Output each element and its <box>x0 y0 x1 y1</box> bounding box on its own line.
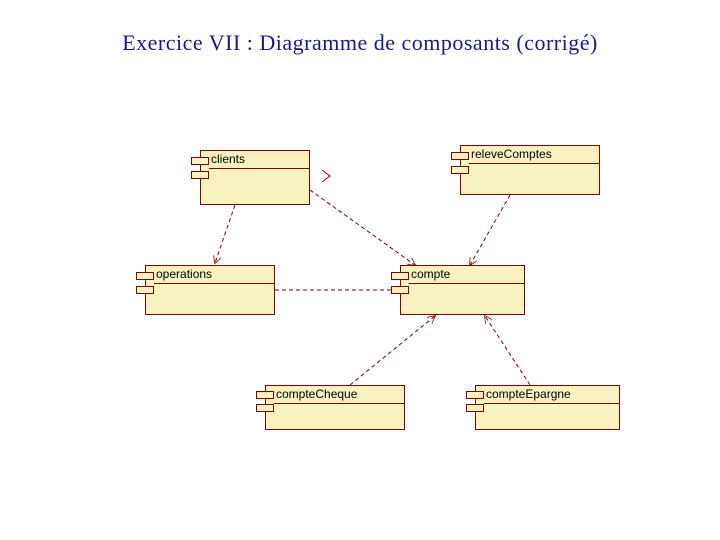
component-label: compte <box>409 266 524 284</box>
component-label: releveComptes <box>469 146 599 164</box>
dep-clients-operations <box>215 205 235 263</box>
dep-releve-compte <box>470 195 510 265</box>
component-label: compteEpargne <box>484 386 619 404</box>
dep-cheque-compte <box>350 316 435 385</box>
component-compte-epargne: compteEpargne <box>475 385 620 430</box>
component-compte-cheque: compteCheque <box>265 385 405 430</box>
diagram-canvas: clients releveComptes operations compte … <box>0 0 720 540</box>
component-operations: operations <box>145 265 275 315</box>
component-label: operations <box>154 266 274 284</box>
component-clients: clients <box>200 150 310 205</box>
component-label: compteCheque <box>274 386 404 404</box>
dep-epargne-compte <box>485 316 530 385</box>
stray-mark <box>322 170 330 182</box>
dep-clients-compte <box>310 190 415 265</box>
dependency-lines <box>0 0 720 540</box>
component-compte: compte <box>400 265 525 315</box>
component-releve-comptes: releveComptes <box>460 145 600 195</box>
component-label: clients <box>209 151 309 169</box>
